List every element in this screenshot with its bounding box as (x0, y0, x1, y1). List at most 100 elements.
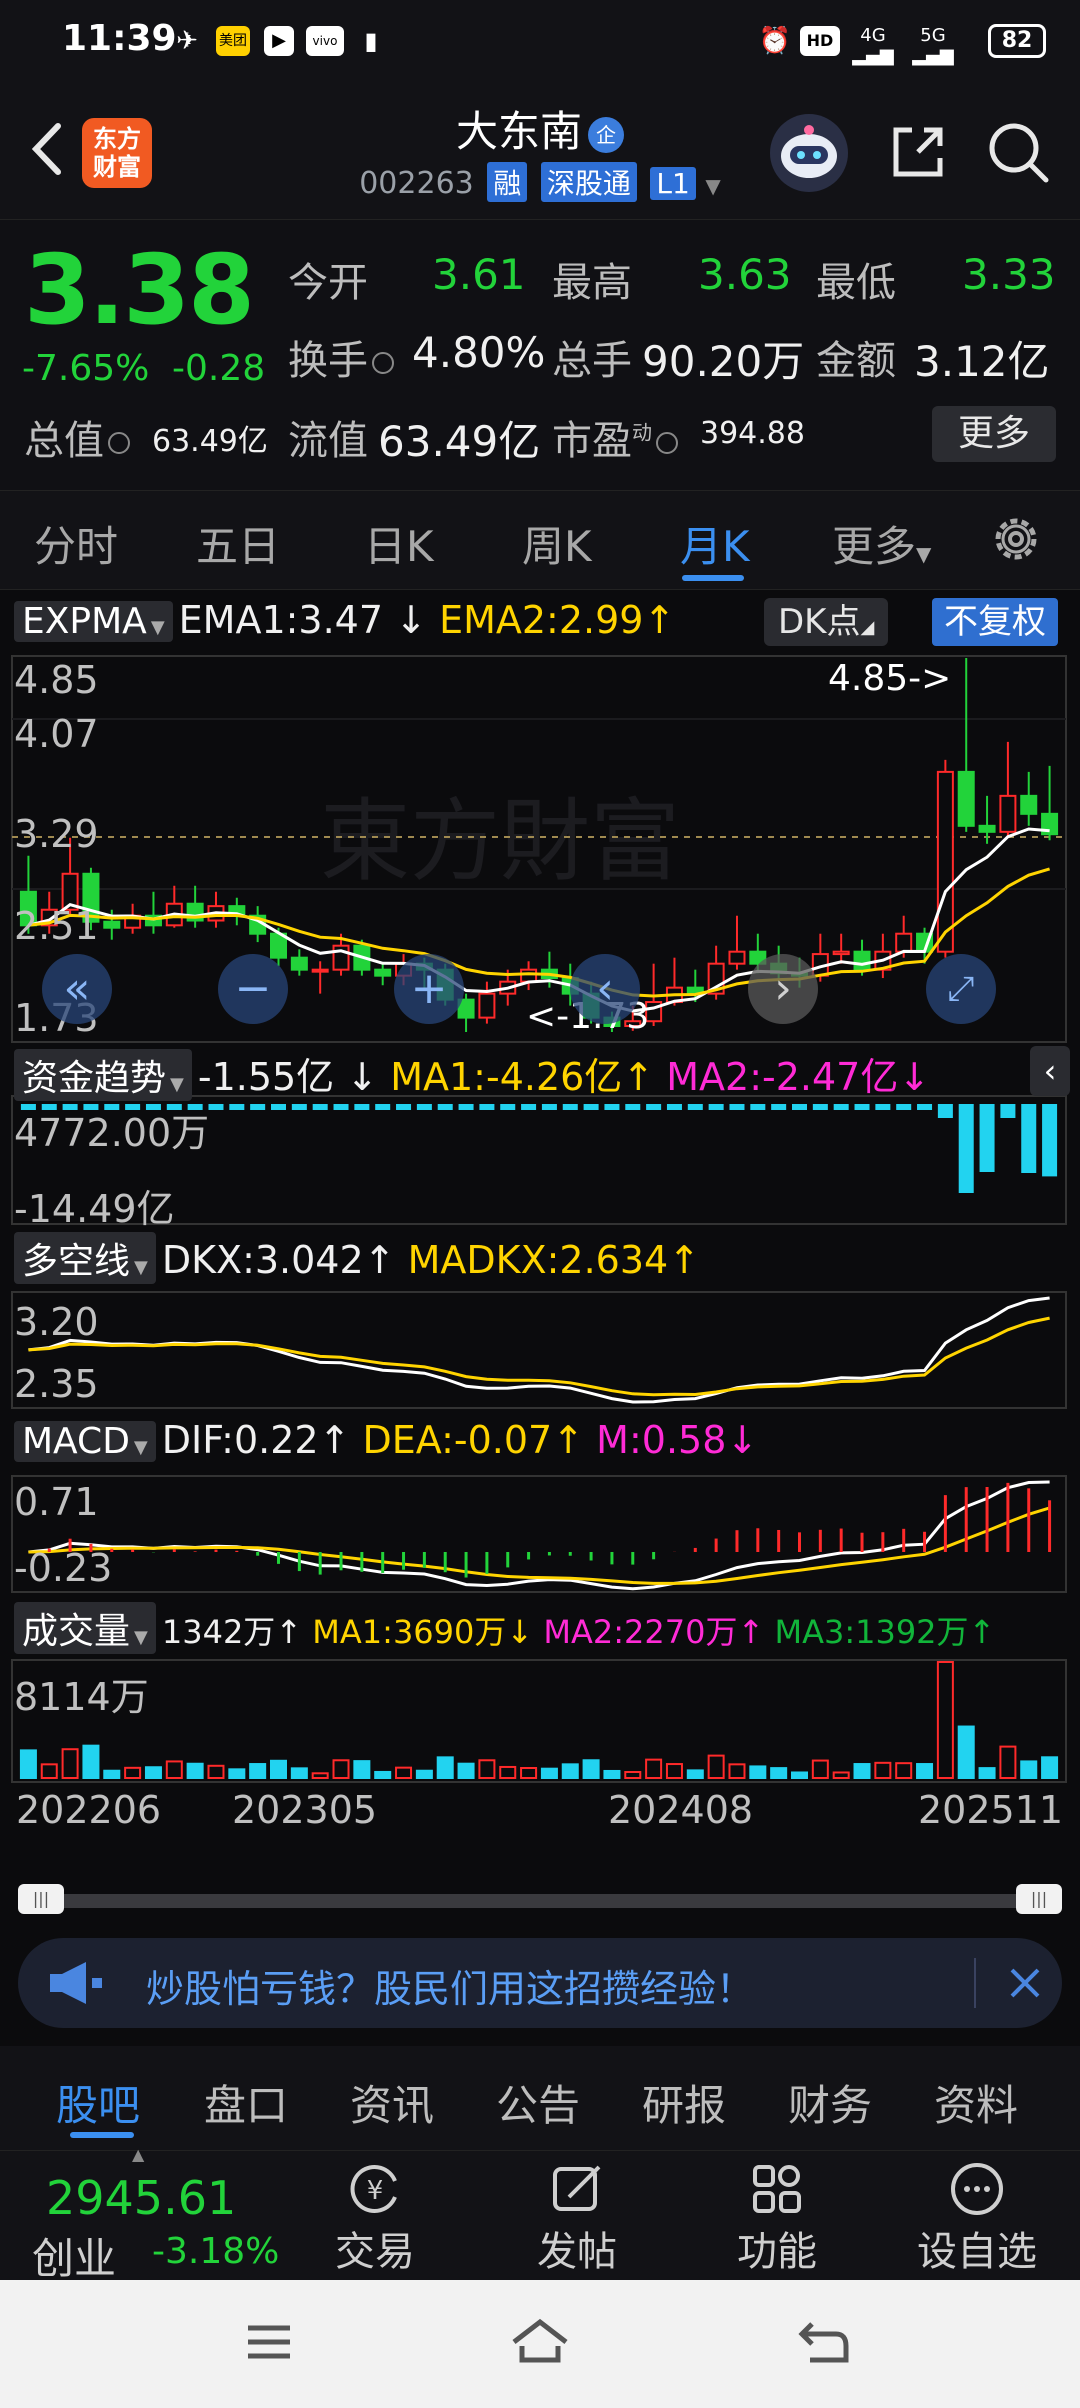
home-icon[interactable] (508, 2316, 572, 2366)
banner-text: 炒股怕亏钱？股民们用这招攒经验！ (146, 1967, 755, 2011)
fund-flow-bar (250, 1104, 266, 1110)
vol-ma3: MA3:1392万 (774, 1613, 969, 1651)
share-icon[interactable] (886, 120, 950, 184)
menu-icon[interactable] (244, 2322, 294, 2362)
dea-value: DEA:-0.07 (362, 1418, 553, 1462)
macd-selector[interactable]: MACD ▼ (14, 1421, 156, 1462)
fullscreen-button[interactable]: ⤢ (926, 954, 996, 1024)
svg-text:¥: ¥ (367, 2176, 384, 2206)
y-label-1: 4.85 (14, 658, 99, 702)
stock-header: 东方 财富 大东南企 002263 融 深股通 L1 ▼ (0, 84, 1080, 220)
caret-down-icon: ▼ (916, 542, 932, 566)
info-icon[interactable] (372, 352, 394, 374)
fund-flow-header: 资金趋势 ▼ -1.55亿 ↓ MA1:-4.26亿↑ MA2:-2.47亿↓ (14, 1046, 930, 1101)
tab-research[interactable]: 研报 (642, 2072, 726, 2133)
volume-bar (144, 1766, 162, 1780)
volume-bar (874, 1761, 892, 1780)
fund-flow-bar (687, 1104, 703, 1110)
post-button[interactable]: 发帖 (512, 2159, 642, 2277)
info-icon[interactable] (656, 432, 678, 454)
hd-icon: HD (800, 26, 840, 56)
volume-bar (624, 1771, 642, 1779)
bottom-action-bar: ▲ 2945.61 创业 -3.18% ¥ 交易 发帖 功能 设自选 (0, 2145, 1080, 2283)
add-watchlist-button[interactable]: 设自选 (912, 2159, 1042, 2277)
range-handle-left[interactable]: ||| (18, 1884, 64, 1914)
info-icon[interactable] (108, 432, 130, 454)
vol-ma1-arrow: ↓ (506, 1613, 534, 1651)
caret-down-icon: ▼ (134, 1257, 148, 1278)
tab-orderbook[interactable]: 盘口 (204, 2072, 288, 2133)
float-value: 63.49亿 (378, 417, 541, 466)
madkx-line (28, 1316, 1050, 1397)
index-value[interactable]: 2945.61 (46, 2171, 236, 2225)
scroll-left-button[interactable]: « (42, 954, 112, 1024)
zoom-out-button[interactable]: − (218, 954, 288, 1024)
fund-y-bottom: -14.49亿 (14, 1187, 175, 1231)
book-icon: ▮ (364, 27, 378, 55)
chevron-down-icon[interactable]: ▼ (705, 174, 720, 198)
back-nav-icon[interactable] (796, 2318, 852, 2366)
dkx-selector[interactable]: 多空线 ▼ (14, 1232, 156, 1284)
tab-forum[interactable]: 股吧 (56, 2072, 140, 2133)
dea-arrow: ↑ (552, 1418, 585, 1462)
vol-value: 1342万 (161, 1613, 276, 1651)
kline-grid-line (12, 718, 1066, 720)
more-button[interactable]: 更多 (932, 406, 1056, 462)
tab-more-label: 更多 (832, 522, 917, 571)
active-tab-indicator (682, 575, 744, 581)
tab-more[interactable]: 更多▼ (832, 513, 931, 574)
high-value: 3.63 (698, 250, 792, 299)
candle-body (290, 956, 308, 971)
tab-announcements[interactable]: 公告 (496, 2072, 580, 2133)
zoom-in-button[interactable]: + (394, 954, 464, 1024)
promo-banner[interactable]: 炒股怕亏钱？股民们用这招攒经验！ (18, 1938, 1062, 2028)
tab-intraday[interactable]: 分时 (34, 513, 118, 574)
step-left-button[interactable]: ‹ (570, 954, 640, 1024)
volume-bar (40, 1763, 58, 1779)
index-change: -3.18% (152, 2231, 280, 2272)
fund-flow-bar (750, 1104, 766, 1110)
banner-divider (974, 1958, 976, 2008)
tab-weekly-k[interactable]: 周K (522, 513, 592, 574)
candle-body (728, 950, 746, 965)
tab-five-day[interactable]: 五日 (196, 513, 280, 574)
volume-bar (520, 1766, 538, 1780)
macd-name: MACD (22, 1421, 130, 1462)
range-scrollbar[interactable] (18, 1894, 1062, 1908)
volume-selector[interactable]: 成交量 ▼ (14, 1602, 156, 1654)
search-icon[interactable] (984, 118, 1052, 186)
y-label-4: 2.51 (14, 904, 99, 948)
volume-bar (770, 1767, 788, 1779)
robot-assistant-icon[interactable] (770, 114, 848, 192)
trade-button[interactable]: ¥ 交易 (310, 2159, 440, 2277)
tab-news[interactable]: 资讯 (350, 2072, 434, 2133)
volume-bar (353, 1760, 371, 1779)
trade-label: 交易 (335, 2229, 415, 2275)
caret-down-icon: ▼ (133, 1437, 148, 1458)
candle-body (832, 950, 850, 956)
step-right-button[interactable]: › (748, 954, 818, 1024)
close-icon[interactable] (1006, 1964, 1044, 2002)
current-price: 3.38 (24, 234, 255, 346)
tab-daily-k[interactable]: 日K (364, 513, 434, 574)
fund-ma1-arrow: ↑ (622, 1055, 655, 1099)
gear-icon[interactable] (988, 511, 1044, 567)
megaphone-icon (50, 1962, 102, 2004)
tab-profile[interactable]: 资料 (934, 2072, 1018, 2133)
functions-button[interactable]: 功能 (712, 2159, 842, 2277)
tab-monthly-k[interactable]: 月K (680, 513, 750, 574)
range-handle-right[interactable]: ||| (1016, 1884, 1062, 1914)
float-label: 流值 (288, 418, 368, 464)
fund-flow-bar (833, 1104, 849, 1110)
net-5g-label: 5G (920, 25, 946, 46)
fund-flow-bar (500, 1104, 516, 1110)
collapse-icon[interactable]: ‹ (1030, 1046, 1070, 1096)
tab-financials[interactable]: 财务 (788, 2072, 872, 2133)
chart-area[interactable]: EXPMA ▼ EMA1:3.47 ↓ EMA2:2.99↑ DK点◢ 不复权 東方… (0, 592, 1080, 1914)
fund-flow-bar (1042, 1104, 1058, 1177)
fund-flow-selector[interactable]: 资金趋势 ▼ (14, 1049, 192, 1101)
battery-icon: 82 (988, 24, 1046, 58)
volume-bar (19, 1749, 37, 1780)
dif-line (28, 1480, 1050, 1591)
volume-bar (457, 1762, 475, 1780)
